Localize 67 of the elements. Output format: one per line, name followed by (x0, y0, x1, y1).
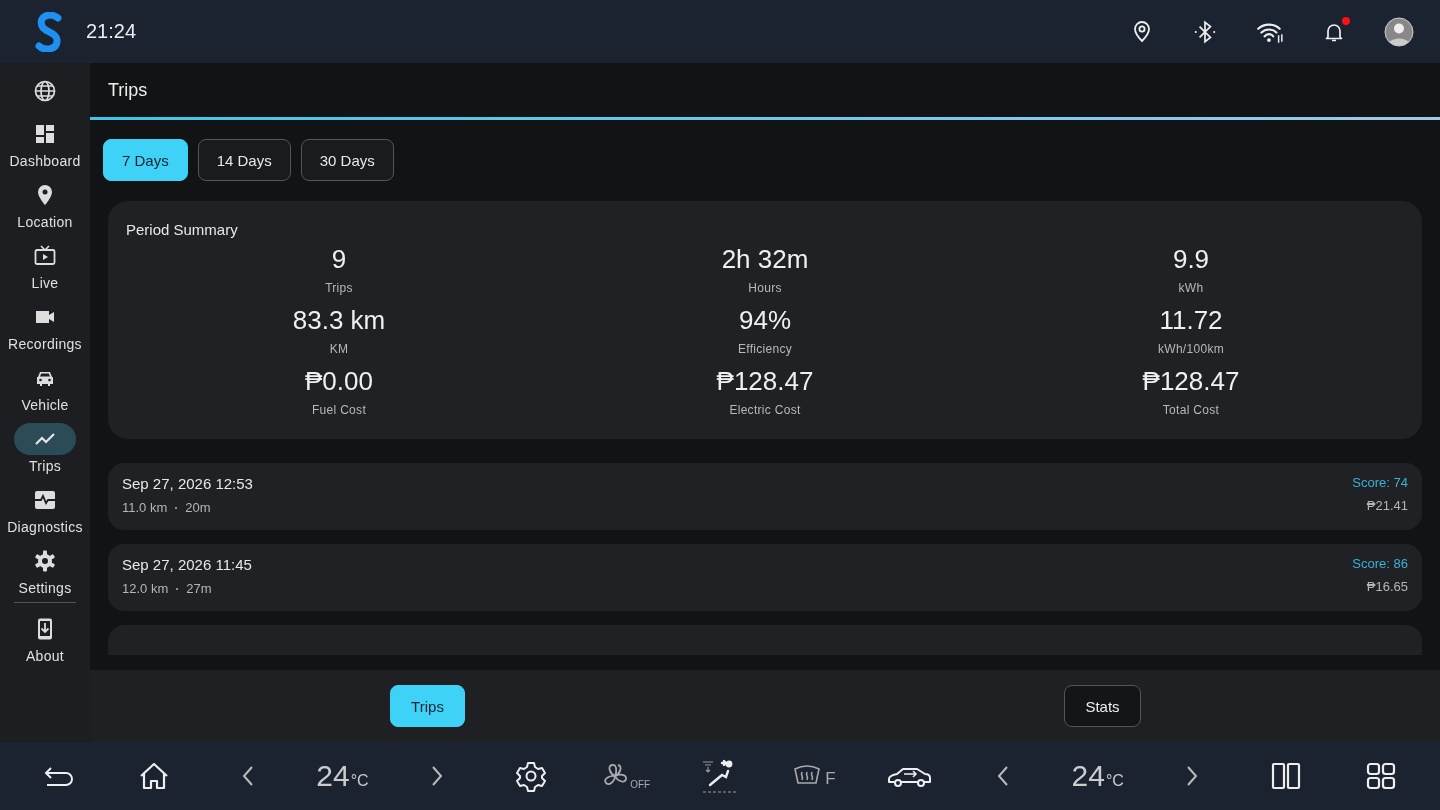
clock-time: 21:24 (86, 20, 137, 43)
stat-label: Trips (325, 281, 353, 295)
chevron-right-icon[interactable] (430, 765, 443, 787)
stat-value: 94% (738, 305, 791, 336)
stat-value: 11.72 (1159, 305, 1223, 336)
trip-score: Score: 86 (1352, 556, 1408, 571)
stat-label: KM (329, 342, 349, 356)
trip-duration: 27m (186, 581, 212, 596)
stat-label: Total Cost (1162, 403, 1220, 417)
trip-cost: ₱21.41 (1366, 498, 1408, 513)
stat-value: 9 (331, 244, 347, 275)
trip-card[interactable]: Sep 27, 2026 11:45 12.0 km 27m Score: 86 ₱16.65 (108, 544, 1422, 611)
trip-distance: 11.0 km (122, 500, 168, 515)
stat-value: ₱0.00 (305, 366, 373, 397)
bluetooth-icon[interactable] (1192, 18, 1218, 45)
stat-value: ₱128.47 (1142, 366, 1240, 397)
temperature-reading: 24°C (1071, 759, 1124, 793)
sidebar-item[interactable]: About (0, 613, 90, 674)
sidebar-item[interactable]: Location (0, 179, 90, 240)
fan-button[interactable]: OFF (601, 762, 651, 790)
stat-label: Efficiency (737, 342, 793, 356)
dashboard-icon (33, 122, 57, 146)
stat-value: ₱128.47 (716, 366, 814, 397)
trip-score: Score: 74 (1352, 475, 1408, 490)
sidebar-item[interactable]: Trips (0, 423, 90, 484)
back-icon[interactable] (43, 764, 76, 788)
view-tab[interactable]: Stats (1064, 685, 1141, 727)
app-grid-icon[interactable] (1365, 762, 1396, 790)
trip-date: Sep 27, 2026 12:53 (122, 475, 253, 492)
sidebar-item[interactable]: Dashboard (0, 118, 90, 179)
sidebar-item[interactable]: Settings (0, 545, 90, 606)
range-tab[interactable]: 7 Days (103, 139, 188, 181)
chevron-right-icon[interactable] (1186, 765, 1199, 787)
range-tab[interactable]: 30 Days (300, 139, 394, 181)
temperature-reading: 24°C (316, 759, 369, 793)
trip-cost: ₱16.65 (1366, 579, 1408, 594)
stat-label: Hours (748, 281, 782, 295)
front-defrost-button[interactable]: F (793, 763, 836, 789)
view-tab[interactable]: Trips (390, 685, 465, 727)
trip-date: Sep 27, 2026 11:45 (122, 556, 252, 573)
sidebar-item[interactable]: Recordings (0, 301, 90, 362)
settings-icon[interactable] (515, 760, 548, 792)
stat-label: Fuel Cost (311, 403, 367, 417)
summary-title: Period Summary (126, 221, 239, 238)
sidebar-item[interactable]: Live (0, 240, 90, 301)
chevron-left-icon[interactable] (242, 765, 254, 787)
split-screen-icon[interactable] (1271, 762, 1302, 790)
heartbeat-monitor-icon (33, 488, 57, 512)
stat-label: Electric Cost (729, 403, 801, 417)
stat-value: 2h 32m (721, 244, 809, 275)
trip-card[interactable]: Sep 27, 2026 12:53 11.0 km 20m Score: 74 ₱21.41 (108, 463, 1422, 530)
range-tab[interactable]: 14 Days (197, 139, 291, 181)
page-title: Trips (108, 79, 148, 101)
stat-label: kWh (1178, 281, 1204, 295)
trip-distance: 12.0 km (122, 581, 169, 596)
settings-icon (33, 549, 57, 573)
chevron-left-icon[interactable] (997, 765, 1010, 787)
stat-value: 9.9 (1172, 244, 1210, 275)
globe-icon (33, 79, 57, 103)
trip-duration: 20m (185, 500, 211, 515)
tv-play-icon (33, 244, 57, 268)
sidebar-item[interactable]: Diagnostics (0, 484, 90, 545)
logo-icon (34, 11, 64, 52)
stat-label: kWh/100km (1157, 342, 1225, 356)
user-avatar-icon[interactable] (1384, 16, 1414, 47)
stat-value: 83.3 km (292, 305, 386, 336)
sidebar-item[interactable]: Vehicle (0, 362, 90, 423)
